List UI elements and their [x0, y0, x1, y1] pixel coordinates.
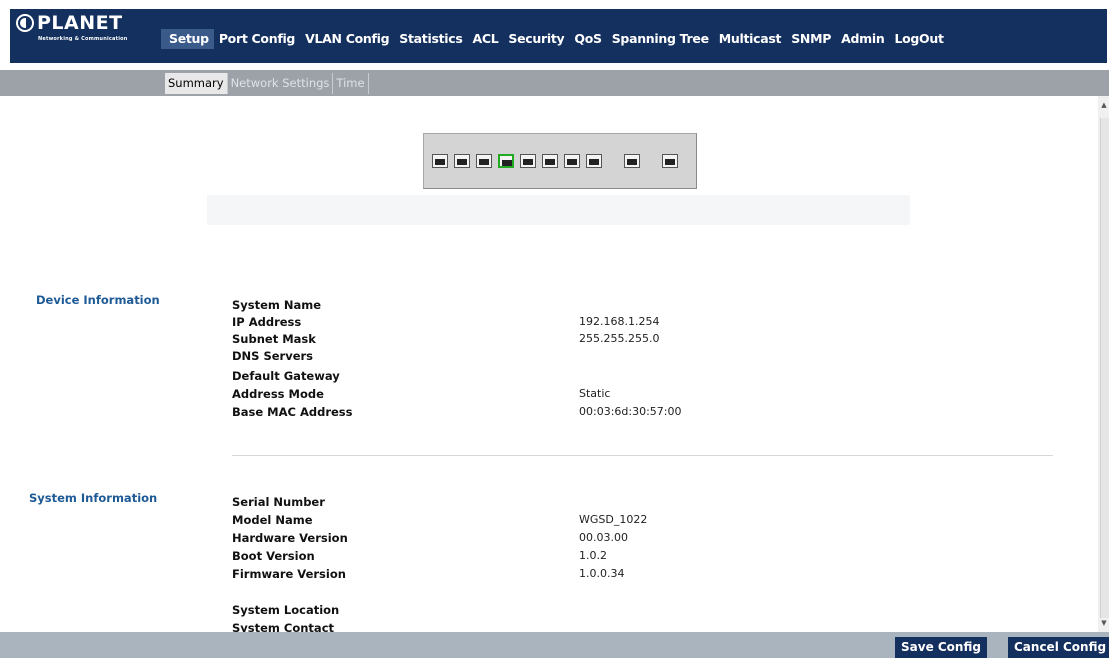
serial-number-label: Serial Number	[232, 495, 325, 509]
panel-shade	[207, 195, 910, 225]
port-9[interactable]	[624, 154, 640, 168]
save-config-button[interactable]: Save Config	[895, 637, 987, 658]
hardware-version-label: Hardware Version	[232, 531, 348, 545]
address-mode-label: Address Mode	[232, 387, 324, 401]
sub-nav: Summary Network Settings Time	[165, 73, 369, 94]
port-2[interactable]	[454, 154, 470, 168]
nav-admin[interactable]: Admin	[836, 29, 889, 49]
boot-version-label: Boot Version	[232, 549, 315, 563]
system-name-label: System Name	[232, 298, 322, 312]
system-contact-label: System Contact	[232, 621, 335, 632]
base-mac-address-label: Base MAC Address	[232, 405, 353, 419]
switch-port-panel	[423, 133, 697, 189]
system-information-heading: System Information	[29, 491, 158, 505]
device-information-heading: Device Information	[36, 293, 160, 307]
model-name-label: Model Name	[232, 513, 313, 527]
nav-multicast[interactable]: Multicast	[714, 29, 786, 49]
nav-logout[interactable]: LogOut	[889, 29, 948, 49]
address-mode-value: Static	[579, 387, 611, 400]
scroll-up-icon[interactable]: ▲	[1100, 100, 1108, 110]
tab-summary[interactable]: Summary	[165, 73, 228, 94]
boot-version-value: 1.0.2	[579, 549, 607, 562]
port-4[interactable]	[498, 154, 514, 168]
nav-vlan-config[interactable]: VLAN Config	[300, 29, 394, 49]
ip-address-value: 192.168.1.254	[579, 315, 660, 328]
port-3[interactable]	[476, 154, 492, 168]
dns-servers-label: DNS Servers	[232, 349, 314, 363]
scroll-down-icon[interactable]: ▼	[1100, 618, 1108, 628]
default-gateway-label: Default Gateway	[232, 369, 340, 383]
nav-snmp[interactable]: SNMP	[786, 29, 836, 49]
nav-qos[interactable]: QoS	[569, 29, 606, 49]
nav-acl[interactable]: ACL	[468, 29, 504, 49]
base-mac-address-value: 00:03:6d:30:57:00	[579, 405, 682, 418]
port-6[interactable]	[542, 154, 558, 168]
cancel-config-button[interactable]: Cancel Config	[1008, 637, 1109, 658]
nav-spanning-tree[interactable]: Spanning Tree	[607, 29, 714, 49]
port-10[interactable]	[662, 154, 678, 168]
scrollbar-thumb[interactable]	[1100, 118, 1109, 618]
port-1[interactable]	[432, 154, 448, 168]
nav-security[interactable]: Security	[503, 29, 569, 49]
nav-statistics[interactable]: Statistics	[394, 29, 467, 49]
port-8[interactable]	[586, 154, 602, 168]
subnet-mask-label: Subnet Mask	[232, 332, 316, 346]
firmware-version-label: Firmware Version	[232, 567, 346, 581]
system-location-label: System Location	[232, 603, 340, 617]
port-5[interactable]	[520, 154, 536, 168]
tab-network-settings[interactable]: Network Settings	[228, 73, 334, 94]
firmware-version-value: 1.0.0.34	[579, 567, 625, 580]
port-7[interactable]	[564, 154, 580, 168]
model-name-value: WGSD_1022	[579, 513, 648, 526]
tab-time[interactable]: Time	[333, 73, 369, 94]
nav-port-config[interactable]: Port Config	[214, 29, 300, 49]
main-nav: Setup Port Config VLAN Config Statistics…	[157, 29, 949, 49]
planet-logo-icon	[16, 14, 34, 32]
hardware-version-value: 00.03.00	[579, 531, 628, 544]
nav-setup[interactable]: Setup	[161, 29, 214, 49]
subnet-mask-value: 255.255.255.0	[579, 332, 660, 345]
brand-name: PLANET	[37, 12, 123, 34]
planet-logo: PLANET	[16, 12, 123, 34]
brand-tagline: Networking & Communication	[38, 36, 128, 42]
ip-address-label: IP Address	[232, 315, 302, 329]
section-divider	[232, 455, 1053, 456]
